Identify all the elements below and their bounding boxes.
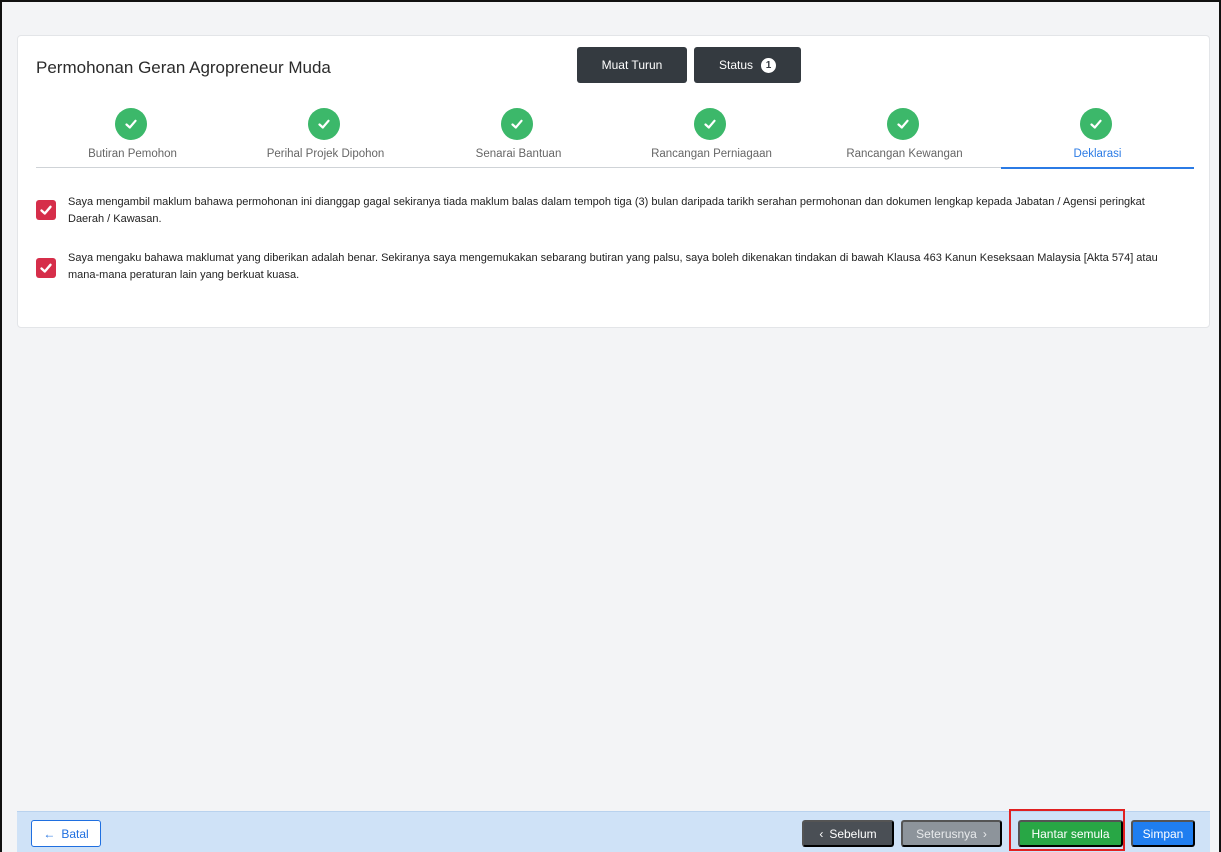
step-label: Rancangan Perniagaan [651, 148, 772, 160]
step-label: Butiran Pemohon [88, 148, 177, 160]
step-label: Deklarasi [1073, 148, 1122, 160]
previous-button[interactable]: ‹ Sebelum [802, 820, 894, 847]
step-butiran-pemohon[interactable]: Butiran Pemohon [36, 106, 229, 168]
page-title: Permohonan Geran Agropreneur Muda [36, 58, 331, 77]
declaration-item: Saya mengambil maklum bahawa permohonan … [36, 194, 1186, 234]
next-button[interactable]: Seterusnya › [901, 820, 1002, 847]
step-label: Perihal Projek Dipohon [266, 148, 385, 160]
next-label: Seterusnya [916, 826, 977, 841]
declaration-checkbox[interactable] [36, 258, 56, 278]
checkmark-icon [40, 205, 52, 215]
step-perihal-projek[interactable]: Perihal Projek Dipohon [229, 106, 422, 168]
resubmit-highlight-box [1009, 809, 1125, 851]
status-count-badge: 1 [761, 57, 777, 73]
status-button[interactable]: Status 1 [694, 47, 801, 83]
previous-label: Sebelum [829, 826, 877, 841]
step-rancangan-perniagaan[interactable]: Rancangan Perniagaan [615, 106, 808, 168]
declaration-text: Saya mengaku bahawa maklumat yang diberi… [68, 252, 1158, 281]
status-label: Status [718, 58, 754, 72]
step-label: Rancangan Kewangan [846, 148, 963, 160]
save-button[interactable]: Simpan [1131, 820, 1195, 847]
declaration-item: Saya mengaku bahawa maklumat yang diberi… [36, 250, 1186, 290]
declaration-text: Saya mengambil maklum bahawa permohonan … [68, 196, 1145, 225]
chevron-left-icon: ‹ [819, 826, 824, 841]
checkmark-icon [40, 263, 52, 273]
check-circle-icon [694, 108, 726, 140]
step-deklarasi[interactable]: Deklarasi [1001, 106, 1194, 169]
check-circle-icon [115, 108, 147, 140]
check-circle-icon [308, 108, 340, 140]
check-circle-icon [1080, 108, 1112, 140]
step-senarai-bantuan[interactable]: Senarai Bantuan [422, 106, 615, 168]
cancel-button[interactable]: ← Batal [31, 820, 101, 847]
declaration-checkbox[interactable] [36, 200, 56, 220]
app-frame: Permohonan Geran Agropreneur Muda Muat T… [0, 0, 1221, 852]
check-circle-icon [501, 108, 533, 140]
chevron-right-icon: › [982, 826, 987, 841]
step-label: Senarai Bantuan [475, 148, 562, 160]
check-circle-icon [887, 108, 919, 140]
step-rancangan-kewangan[interactable]: Rancangan Kewangan [808, 106, 1001, 168]
download-button[interactable]: Muat Turun [577, 47, 687, 83]
arrow-left-icon: ← [43, 826, 56, 841]
application-card: Permohonan Geran Agropreneur Muda Muat T… [17, 35, 1210, 328]
stepper: Butiran Pemohon Perihal Projek Dipohon S… [36, 106, 1194, 169]
cancel-label: Batal [61, 826, 89, 841]
